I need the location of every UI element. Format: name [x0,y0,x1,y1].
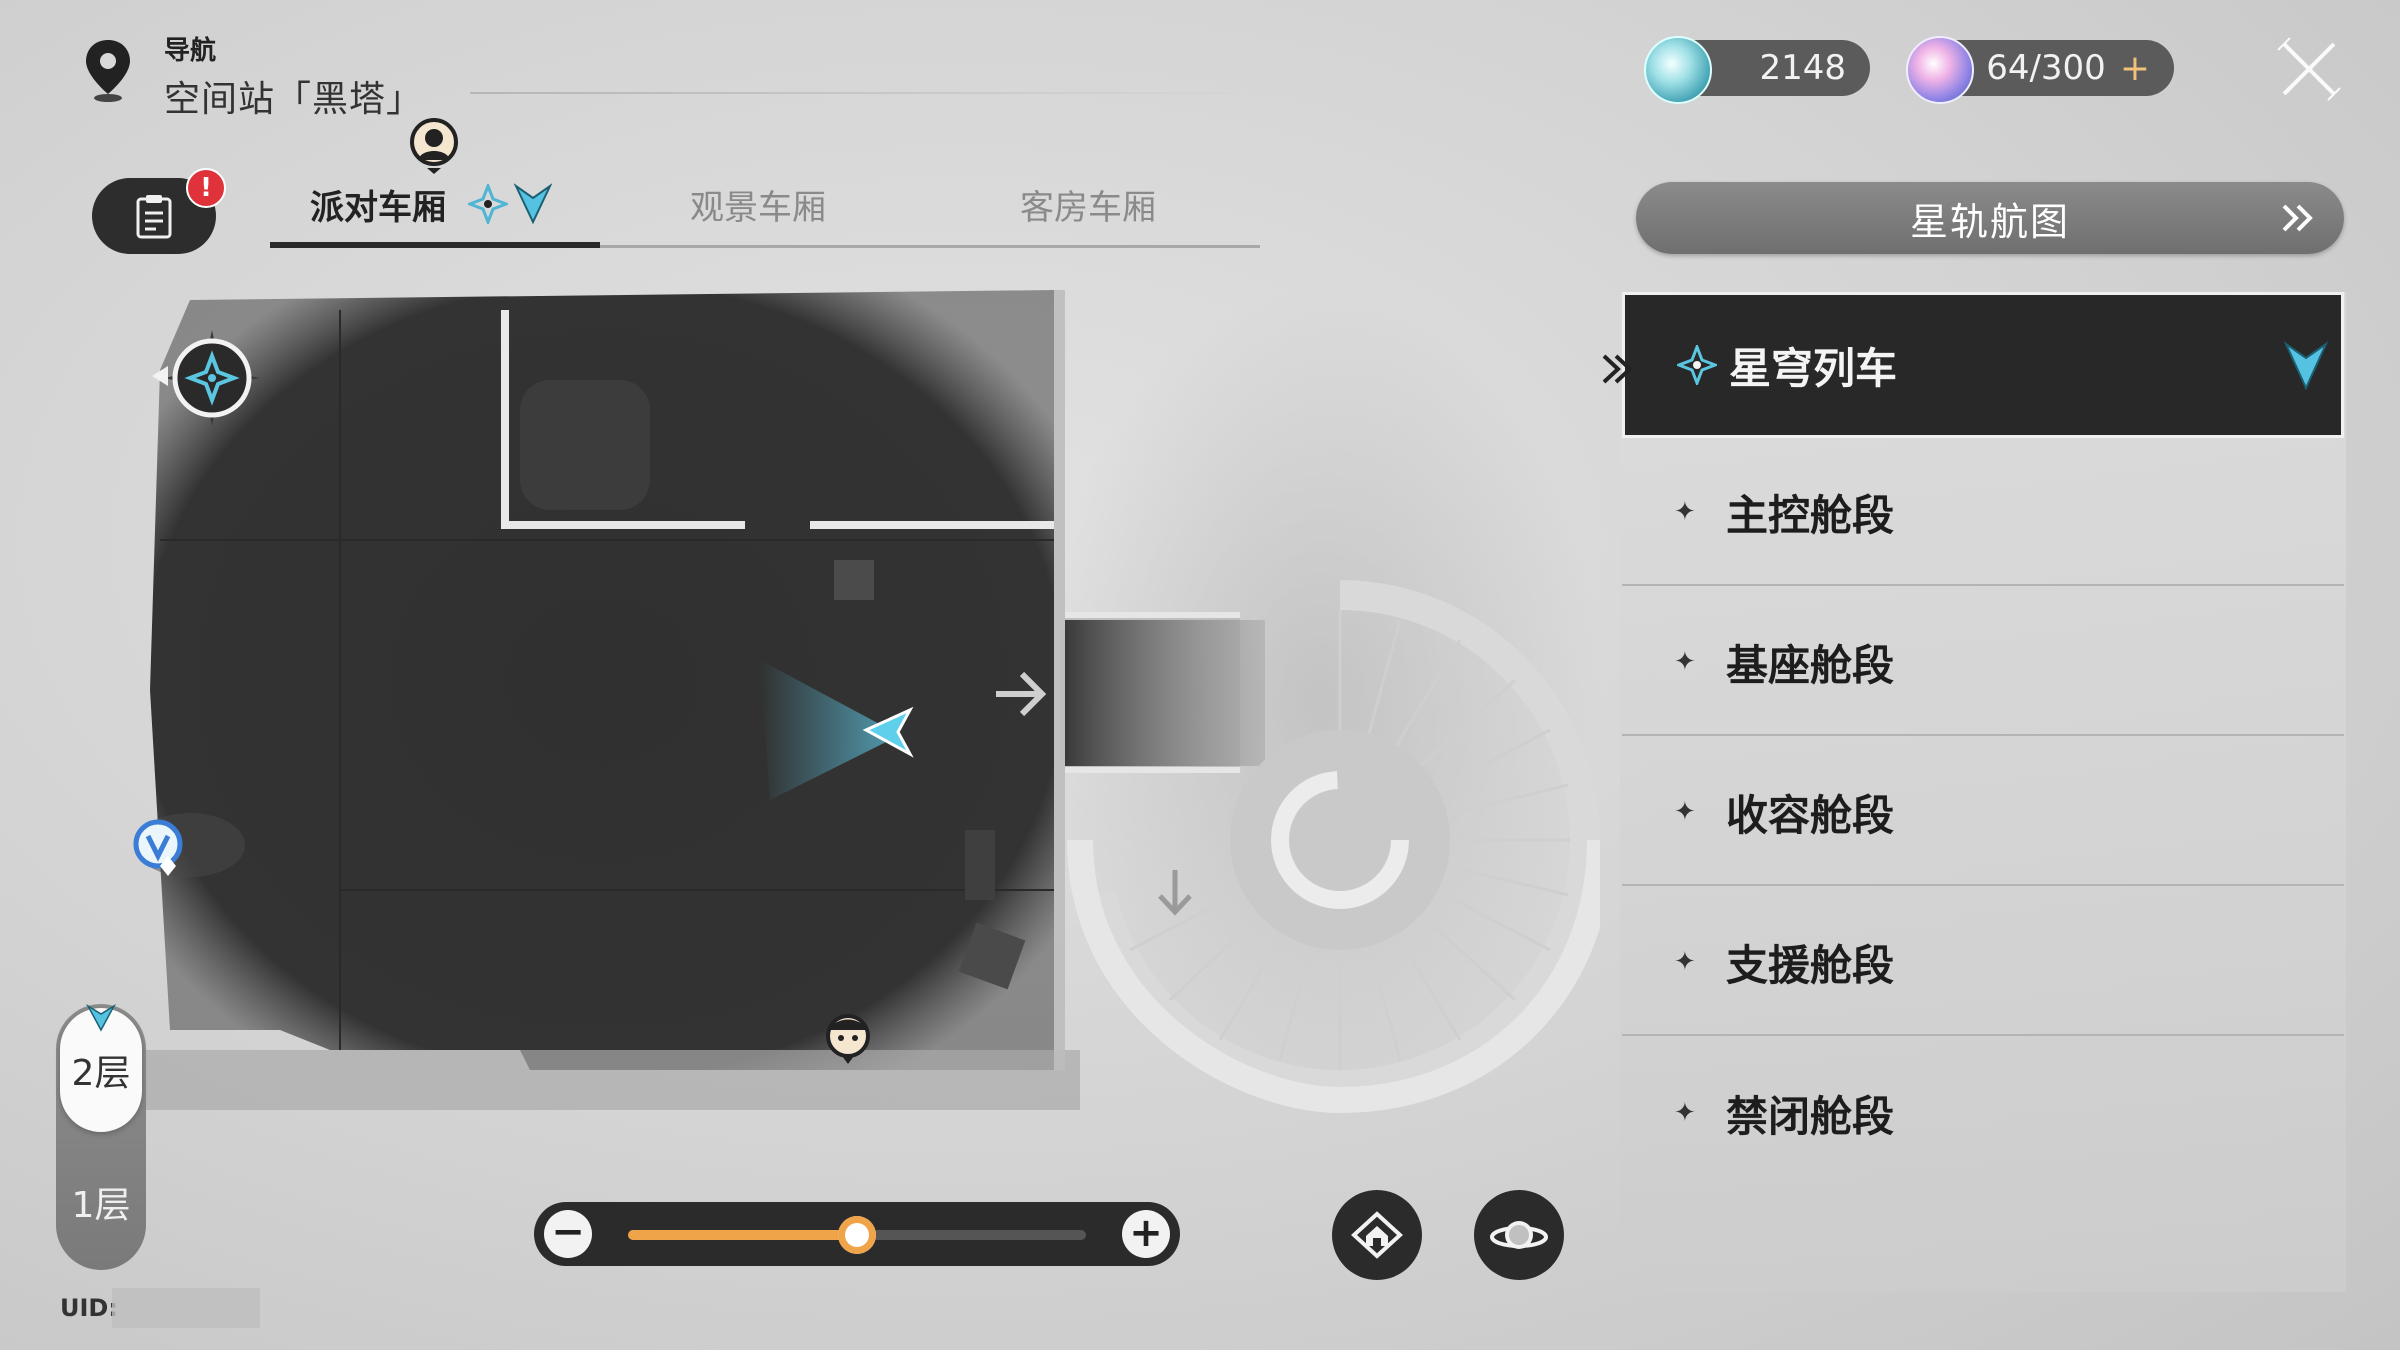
star-bullet-icon: ✦ [1674,497,1696,527]
trailblaze-power-counter[interactable]: 64/300 + [1906,36,2174,104]
nav-label: 导航 [164,36,217,66]
zoom-in-button[interactable]: + [1122,1210,1170,1258]
star-rail-map-label: 星轨航图 [1909,199,2070,244]
area-item-label: 主控舱段 [1726,490,1895,540]
star-rail-map-button[interactable]: 星轨航图 [1636,182,2344,254]
double-chevron-right-icon [2282,204,2313,232]
location-title: 空间站「黑塔」 [164,79,424,120]
zoom-slider-fill [628,1230,857,1240]
trailblaze-power-value: 64/300 [1986,48,2106,88]
floor-1-button[interactable]: 1层 [60,1140,142,1264]
zoom-out-button[interactable]: − [544,1210,592,1258]
world-map-button[interactable] [1474,1190,1564,1280]
area-item-label: 收容舱段 [1726,790,1895,840]
stellar-jade-value: 2148 [1759,48,1846,88]
map-furniture [520,380,650,510]
area-item-storage-zone[interactable]: ✦ 收容舱段 [1622,740,2344,886]
recenter-button[interactable] [1332,1190,1422,1280]
star-bullet-icon: ✦ [1674,797,1696,827]
current-floor-marker-icon [86,1004,116,1032]
home-icon [1351,1211,1403,1259]
tab-passenger-car[interactable]: 客房车厢 [1020,180,1156,229]
area-item-master-control-zone[interactable]: ✦ 主控舱段 [1622,440,2344,586]
active-tab-indicator [270,242,600,248]
star-bullet-icon: ✦ [1674,647,1696,677]
area-item-supply-zone[interactable]: ✦ 支援舱段 [1622,890,2344,1036]
synthesizer-icon[interactable] [133,819,183,876]
character-location-icon [410,118,458,174]
map-furniture [965,830,995,900]
mission-alert-badge: ! [186,168,226,208]
clipboard-icon [136,195,172,239]
area-item-label: 禁闭舱段 [1726,1091,1895,1141]
corridor [1065,620,1265,766]
quest-diamond-icon [468,184,508,224]
selection-arrow-icon [1602,354,1633,384]
area-item-seclusion-zone[interactable]: ✦ 禁闭舱段 [1622,1040,2344,1186]
stellar-jade-icon [1644,36,1712,104]
map-furniture [834,560,874,600]
area-item-base-zone[interactable]: ✦ 基座舱段 [1622,590,2344,736]
location-marker-icon [514,183,552,224]
uid-value-mask [112,1288,260,1328]
area-item-label: 星穹列车 [1729,343,1898,393]
tab-parlor-car[interactable]: 观景车厢 [690,180,826,229]
area-item-label: 支援舱段 [1726,940,1895,990]
map-lower-strip [130,1050,1080,1110]
area-item-astral-express[interactable]: 星穹列车 [1622,292,2344,438]
stellar-jade-counter[interactable]: 2148 [1644,36,1870,104]
current-location-marker-icon [2284,341,2328,390]
add-power-button[interactable]: + [2120,48,2150,89]
tab-party-car[interactable]: 派对车厢 [310,180,446,229]
star-bullet-icon: ✦ [1674,947,1696,977]
map-canvas[interactable] [130,270,1600,1160]
zoom-slider-handle[interactable] [838,1216,876,1254]
header-divider [470,92,1270,94]
close-icon[interactable] [2276,36,2342,102]
location-pin-icon [86,40,130,102]
map-view[interactable] [130,270,1600,1160]
area-item-label: 基座舱段 [1726,640,1895,690]
trailblaze-power-icon [1906,36,1974,104]
planet-icon [1490,1221,1548,1249]
star-bullet-icon: ✦ [1674,1098,1696,1128]
quest-diamond-icon [1677,345,1717,385]
uid-label: UID: [60,1294,118,1322]
